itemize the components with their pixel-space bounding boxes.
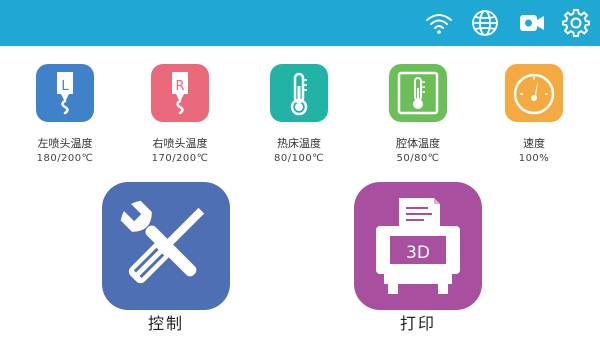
left-nozzle-icon: L [36,64,94,122]
bed-temp[interactable]: 热床温度 80/100℃ [255,64,343,165]
printer-3d-icon: 3D [354,182,482,310]
camera-icon[interactable] [517,8,547,38]
bed-temp-value: 80/100℃ [274,153,324,164]
right-nozzle-icon: R [151,64,209,122]
control-button[interactable]: 控制 [101,182,231,334]
top-bar [0,0,600,46]
speed-label: 速度 [523,137,545,150]
chamber-temp-label: 腔体温度 [396,137,440,150]
right-nozzle-value: 170/200℃ [151,153,209,164]
gear-icon[interactable] [561,8,591,38]
globe-icon[interactable] [470,8,500,38]
print-3d-glyph: 3D [406,243,430,263]
control-label: 控制 [147,314,184,333]
wrench-screwdriver-icon [102,182,230,310]
left-nozzle-label: 左喷头温度 [37,137,93,150]
left-nozzle-glyph: L [61,79,69,94]
right-nozzle-label: 右喷头温度 [152,137,208,150]
chamber-thermometer-icon [389,64,447,122]
print-button[interactable]: 3D 打印 [353,182,483,334]
left-nozzle-temp[interactable]: L 左喷头温度 180/200℃ [21,64,109,165]
speed-value: 100% [518,153,550,164]
thermometer-icon [270,64,328,122]
right-nozzle-glyph: R [175,79,184,94]
wifi-icon[interactable] [424,8,454,38]
chamber-temp-value: 50/80℃ [396,153,440,164]
chamber-temp[interactable]: 腔体温度 50/80℃ [374,64,462,165]
print-label: 打印 [399,314,436,333]
speedometer-icon [505,64,563,122]
right-nozzle-temp[interactable]: R 右喷头温度 170/200℃ [136,64,224,165]
bed-temp-label: 热床温度 [277,137,321,150]
left-nozzle-value: 180/200℃ [36,153,94,164]
speed[interactable]: 速度 100% [490,64,578,165]
